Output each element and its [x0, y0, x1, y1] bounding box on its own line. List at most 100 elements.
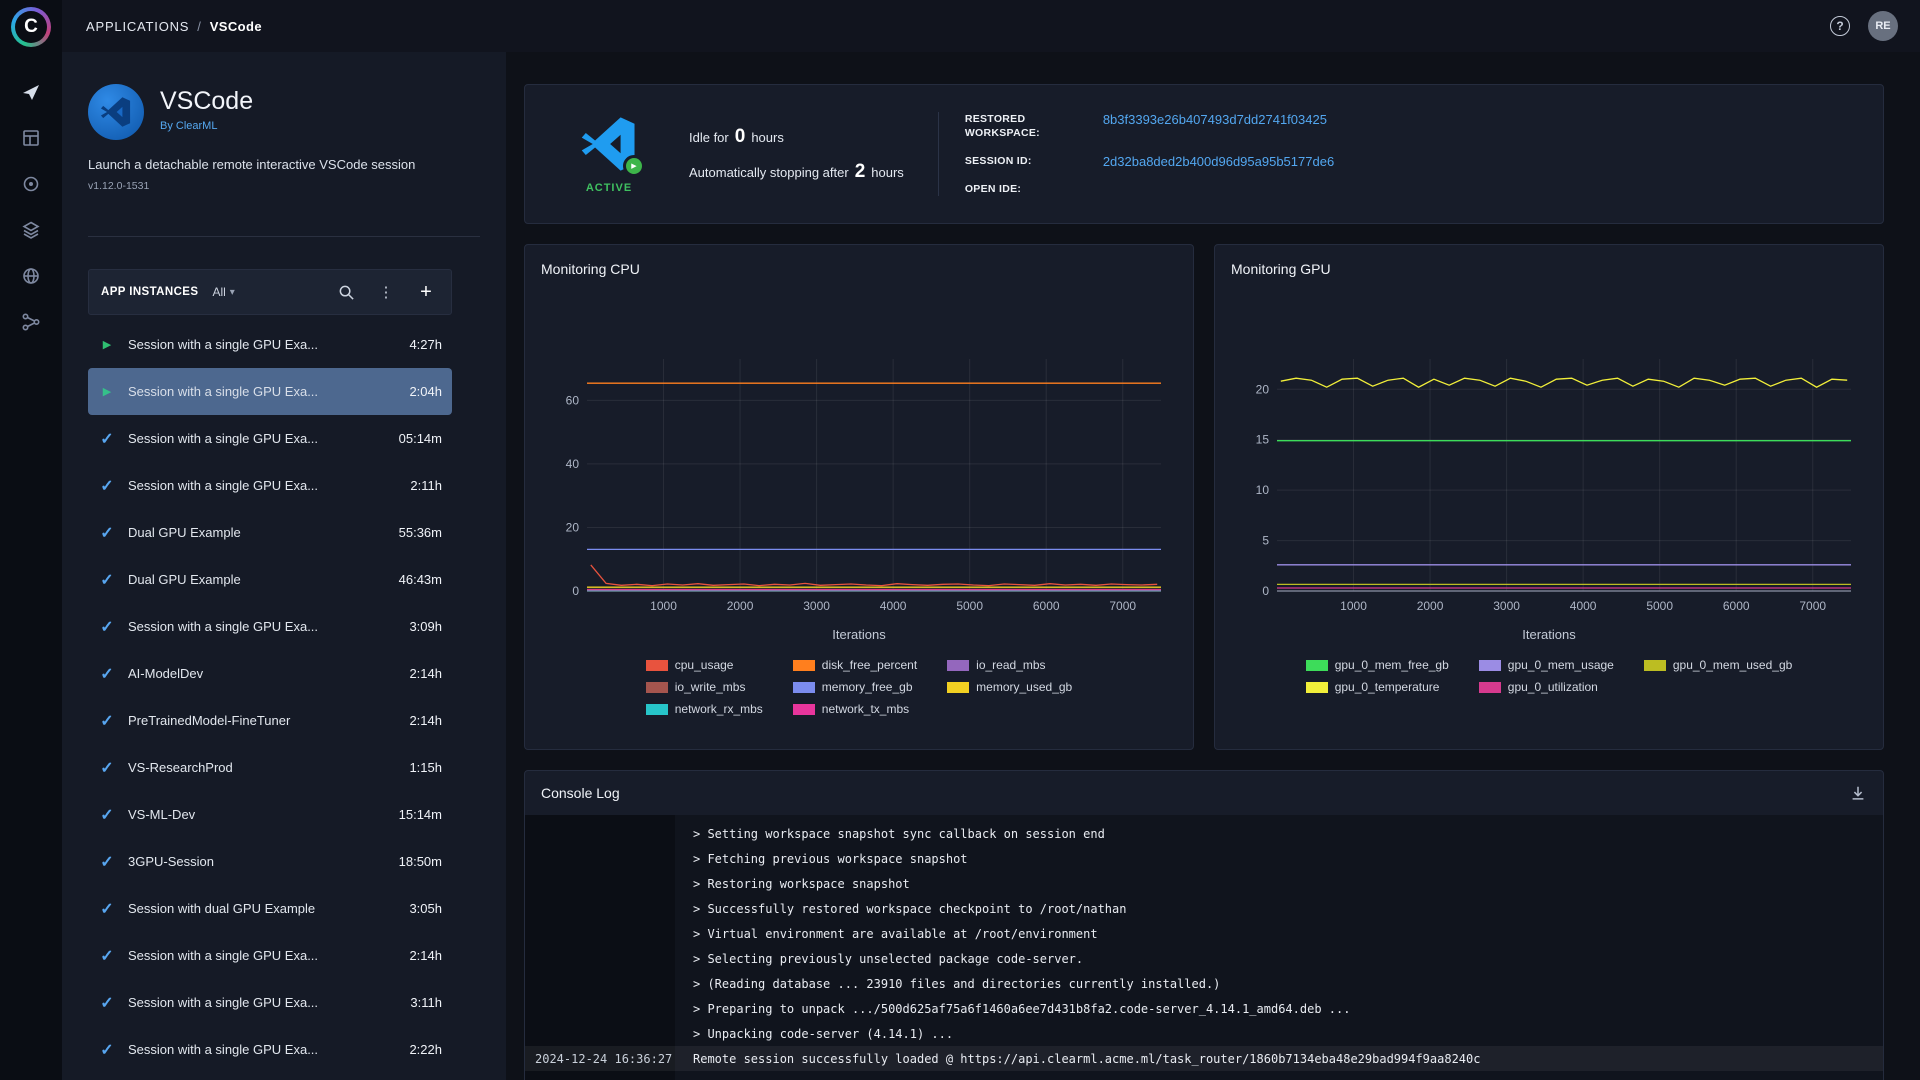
search-button[interactable]: [333, 279, 359, 305]
instance-row[interactable]: ✓AI-ModelDev2:14h: [88, 650, 452, 697]
legend-item[interactable]: disk_free_percent: [793, 658, 917, 672]
running-icon: ▶: [96, 385, 118, 398]
instance-row[interactable]: ✓Session with a single GPU Exa...3:11h: [88, 979, 452, 1026]
legend-label: gpu_0_mem_usage: [1508, 658, 1614, 672]
legend-item[interactable]: memory_used_gb: [947, 680, 1072, 694]
legend-item[interactable]: io_write_mbs: [646, 680, 763, 694]
instance-row[interactable]: ✓VS-ResearchProd1:15h: [88, 744, 452, 791]
datasets-icon[interactable]: [12, 211, 50, 249]
model-icon[interactable]: [12, 165, 50, 203]
gpu-chart-legend: gpu_0_mem_free_gb gpu_0_mem_usage gpu_0_me…: [1231, 658, 1867, 694]
completed-check-icon: ✓: [96, 946, 118, 966]
session-field-value[interactable]: 2d32ba8ded2b400d96d95a95b5177de6: [1103, 154, 1334, 169]
completed-check-icon: ✓: [96, 570, 118, 590]
avatar[interactable]: RE: [1868, 11, 1898, 41]
applications-icon[interactable]: [12, 73, 50, 111]
clearml-logo-letter: C: [24, 16, 38, 38]
instance-row[interactable]: ✓Dual GPU Example55:36m: [88, 509, 452, 556]
vscode-status-icon: ▶: [577, 115, 641, 173]
console-title: Console Log: [541, 785, 620, 801]
console-line: > Fetching previous workspace snapshot: [525, 846, 1883, 871]
completed-check-icon: ✓: [96, 429, 118, 449]
svg-text:6000: 6000: [1033, 599, 1060, 613]
legend-item[interactable]: gpu_0_temperature: [1306, 680, 1449, 694]
vscode-app-icon: [88, 84, 144, 140]
legend-item[interactable]: memory_free_gb: [793, 680, 917, 694]
nav-rail: C: [0, 0, 62, 1080]
instance-time: 46:43m: [399, 572, 442, 587]
completed-check-icon: ✓: [96, 711, 118, 731]
instance-time: 55:36m: [399, 525, 442, 540]
download-log-button[interactable]: [1849, 784, 1867, 802]
kebab-menu-button[interactable]: ⋮: [373, 279, 399, 305]
instance-time: 3:09h: [409, 619, 442, 634]
legend-item[interactable]: cpu_usage: [646, 658, 763, 672]
pipelines-icon[interactable]: [12, 303, 50, 341]
legend-label: network_tx_mbs: [822, 702, 909, 716]
legend-item[interactable]: network_rx_mbs: [646, 702, 763, 716]
instance-row[interactable]: ✓PreTrainedModel-FineTuner2:14h: [88, 697, 452, 744]
svg-text:20: 20: [1256, 382, 1270, 396]
console-line-text: > (Reading database ... 23910 files and …: [675, 977, 1220, 991]
session-field-label: SESSION ID:: [965, 154, 1087, 168]
session-field-value[interactable]: 8b3f3393e26b407493d7dd2741f03425: [1103, 112, 1327, 127]
instance-label: Session with a single GPU Exa...: [128, 948, 399, 963]
svg-text:5: 5: [1262, 534, 1269, 548]
instances-header: APP INSTANCES: [101, 286, 198, 298]
console-line: > Selecting previously unselected packag…: [525, 946, 1883, 971]
instance-label: Session with a single GPU Exa...: [128, 995, 400, 1010]
instance-list[interactable]: ▶Session with a single GPU Exa...4:27h▶S…: [88, 321, 452, 1080]
instance-row[interactable]: ▶Session with a single GPU Exa...2:04h: [88, 368, 452, 415]
instance-label: Session with a single GPU Exa...: [128, 1042, 399, 1057]
legend-item[interactable]: network_tx_mbs: [793, 702, 917, 716]
legend-item[interactable]: gpu_0_mem_free_gb: [1306, 658, 1449, 672]
help-button[interactable]: ?: [1830, 16, 1850, 36]
cpu-chart-plot[interactable]: 10002000300040005000600070000204060: [541, 349, 1173, 621]
instances-filter-dropdown[interactable]: All ▾: [212, 285, 234, 299]
instance-row[interactable]: ✓VS-ML-Dev15:14m: [88, 791, 452, 838]
instance-time: 3:05h: [409, 901, 442, 916]
chart-xlabel: Iterations: [1231, 627, 1867, 642]
instance-label: Session with a single GPU Exa...: [128, 337, 399, 352]
console-line-text: Remote session successfully loaded @ htt…: [675, 1052, 1480, 1066]
projects-icon[interactable]: [12, 119, 50, 157]
instance-label: Session with a single GPU Exa...: [128, 619, 399, 634]
instance-row[interactable]: ✓Session with a single GPU Exa...3:09h: [88, 603, 452, 650]
legend-item[interactable]: gpu_0_mem_usage: [1479, 658, 1614, 672]
svg-text:2000: 2000: [1417, 599, 1444, 613]
console-line: > Unpacking code-server (4.14.1) ...: [525, 1021, 1883, 1046]
legend-label: io_write_mbs: [675, 680, 746, 694]
instance-row[interactable]: ✓Session with dual GPU Example3:05h: [88, 885, 452, 932]
instance-row[interactable]: ✓Session with a single GPU Exa...2:11h: [88, 462, 452, 509]
instance-time: 2:22h: [409, 1042, 442, 1057]
cpu-chart-card: Monitoring CPU 1000200030004000500060007…: [524, 244, 1194, 750]
svg-text:7000: 7000: [1799, 599, 1826, 613]
instance-row[interactable]: ✓3GPU-Session18:50m: [88, 838, 452, 885]
legend-label: cpu_usage: [675, 658, 734, 672]
gpu-chart-plot[interactable]: 100020003000400050006000700005101520: [1231, 349, 1863, 621]
breadcrumb-applications[interactable]: APPLICATIONS: [86, 19, 189, 34]
legend-item[interactable]: gpu_0_utilization: [1479, 680, 1614, 694]
session-fields: RESTORED WORKSPACE:8b3f3393e26b407493d7d…: [965, 112, 1334, 196]
app-description: Launch a detachable remote interactive V…: [88, 157, 480, 172]
instance-row[interactable]: ✓Dual GPU Example46:43m: [88, 556, 452, 603]
instance-row[interactable]: ✓Session with a single GPU Exa...2:14h: [88, 932, 452, 979]
legend-item[interactable]: io_read_mbs: [947, 658, 1072, 672]
console-line: > Preparing to unpack .../500d625af75a6f…: [525, 996, 1883, 1021]
instance-row[interactable]: ✓Session with a single GPU Exa...2:22h: [88, 1026, 452, 1073]
add-instance-button[interactable]: +: [413, 279, 439, 305]
clearml-logo[interactable]: C: [11, 7, 51, 47]
app-byline[interactable]: By ClearML: [160, 120, 253, 132]
console-log-area[interactable]: > Setting workspace snapshot sync callba…: [525, 815, 1883, 1080]
instance-row[interactable]: ✓Session with a single GPU Exa...05:14m: [88, 415, 452, 462]
main-content: ▶ ACTIVE Idle for 0 hours Automatically …: [506, 52, 1920, 1080]
legend-label: disk_free_percent: [822, 658, 917, 672]
completed-check-icon: ✓: [96, 758, 118, 778]
legend-label: gpu_0_mem_used_gb: [1673, 658, 1792, 672]
reports-icon[interactable]: [12, 257, 50, 295]
legend-item[interactable]: gpu_0_mem_used_gb: [1644, 658, 1792, 672]
instance-row[interactable]: ▶Session with a single GPU Exa...4:27h: [88, 321, 452, 368]
console-line-text: > Unpacking code-server (4.14.1) ...: [675, 1027, 953, 1041]
legend-swatch: [793, 682, 815, 693]
app-title: VSCode: [160, 88, 253, 116]
